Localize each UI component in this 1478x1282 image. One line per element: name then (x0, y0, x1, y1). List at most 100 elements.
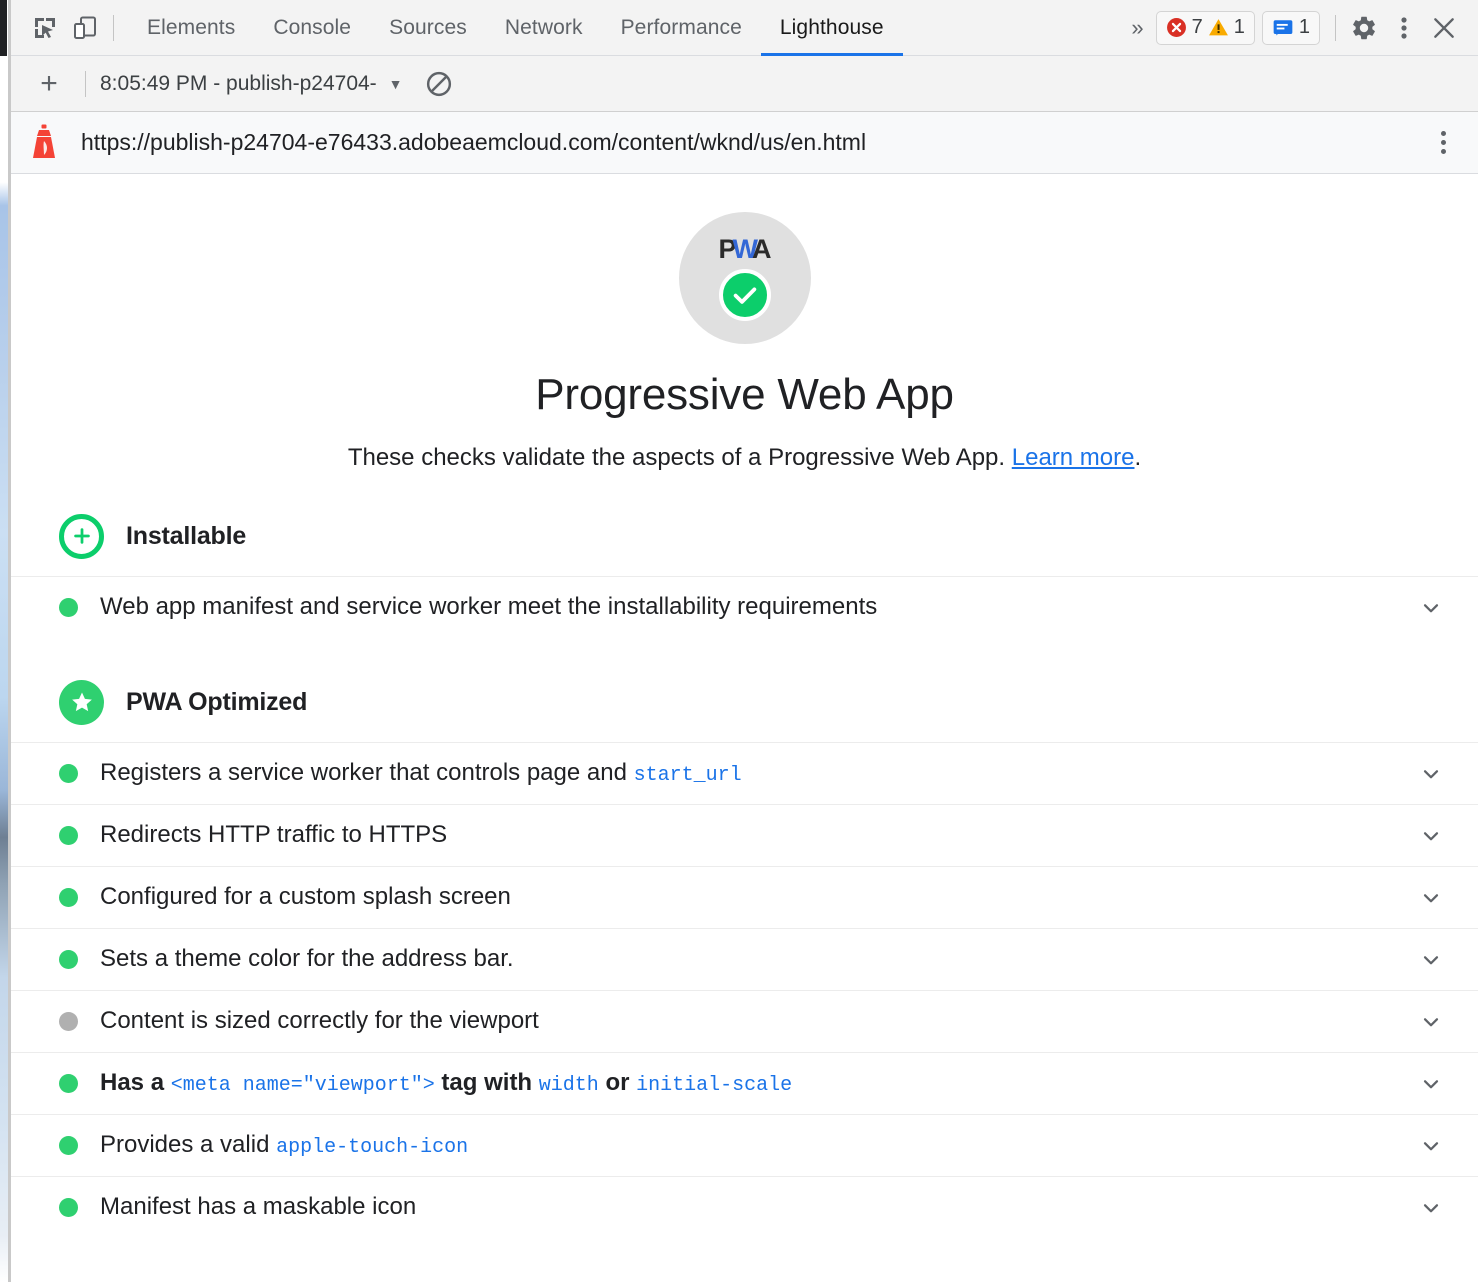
report-url: https://publish-p24704-e76433.adobeaemcl… (81, 129, 866, 156)
page-title: Progressive Web App (11, 370, 1478, 420)
pwa-logo-a: A (752, 236, 771, 263)
audit-text-part: Sets a theme color for the address bar. (100, 945, 514, 972)
close-icon[interactable] (1424, 8, 1464, 48)
error-icon (1166, 17, 1187, 38)
chevron-down-icon[interactable] (1402, 595, 1444, 621)
audit-row[interactable]: Web app manifest and service worker meet… (11, 576, 1478, 638)
learn-more-link[interactable]: Learn more (1012, 444, 1135, 471)
no-entry-icon (425, 70, 453, 98)
tab-sources[interactable]: Sources (370, 0, 486, 56)
audit-text-part: Redirects HTTP traffic to HTTPS (100, 821, 447, 848)
warning-icon (1208, 17, 1229, 38)
devtools-main-toolbar: Elements Console Sources Network Perform… (11, 0, 1478, 56)
report-url-bar: https://publish-p24704-e76433.adobeaemcl… (11, 112, 1478, 174)
audit-text-part: Provides a valid (100, 1131, 276, 1158)
audit-row[interactable]: Has a <meta name="viewport"> tag with wi… (11, 1052, 1478, 1114)
section-title: Installable (126, 522, 246, 551)
chevron-down-icon[interactable] (1402, 1009, 1444, 1035)
audit-row[interactable]: Manifest has a maskable icon (11, 1176, 1478, 1238)
toolbar-divider (113, 15, 114, 41)
more-tabs-icon[interactable]: » (1117, 15, 1155, 41)
chevron-down-icon[interactable] (1402, 1071, 1444, 1097)
report-options-menu-icon[interactable] (1427, 131, 1460, 154)
report-selector-value: 8:05:49 PM - publish-p24704- (100, 72, 377, 96)
message-icon (1272, 17, 1294, 39)
dot (1441, 149, 1446, 154)
audit-code-part: start_url (634, 764, 742, 787)
audit-title: Content is sized correctly for the viewp… (100, 1008, 1402, 1034)
audit-row[interactable]: Registers a service worker that controls… (11, 742, 1478, 804)
audit-code-part: width (539, 1074, 599, 1097)
error-count: 7 (1192, 16, 1203, 39)
tab-console[interactable]: Console (254, 0, 370, 56)
audit-code-part: <meta name="viewport"> (171, 1074, 435, 1097)
report-selector[interactable]: 8:05:49 PM - publish-p24704- ▼ (100, 72, 403, 96)
tab-performance[interactable]: Performance (602, 0, 761, 56)
kebab-menu-icon[interactable] (1384, 8, 1424, 48)
error-counter[interactable]: 7 (1166, 16, 1203, 39)
inspect-element-icon[interactable] (25, 8, 65, 48)
chevron-down-icon[interactable] (1402, 761, 1444, 787)
lighthouse-icon (29, 124, 59, 162)
warning-counter[interactable]: 1 (1208, 16, 1245, 39)
audit-row[interactable]: Configured for a custom splash screen (11, 866, 1478, 928)
section-title: PWA Optimized (126, 688, 307, 717)
toolbar-right-group: » 7 1 (1117, 8, 1478, 48)
audit-title: Web app manifest and service worker meet… (100, 594, 1402, 620)
chevron-down-icon[interactable] (1402, 885, 1444, 911)
audit-status-dot-not-applicable (59, 1012, 78, 1031)
audit-title: Manifest has a maskable icon (100, 1194, 1402, 1220)
section-header: Installable (11, 510, 1478, 562)
plus-icon (59, 514, 104, 559)
message-counter[interactable]: 1 (1262, 11, 1320, 45)
audit-text-part: Content is sized correctly for the viewp… (100, 1007, 539, 1034)
audit-title: Provides a valid apple-touch-icon (100, 1132, 1402, 1159)
message-count: 1 (1299, 16, 1310, 39)
report-description: These checks validate the aspects of a P… (11, 444, 1478, 472)
tab-lighthouse[interactable]: Lighthouse (761, 0, 903, 56)
audit-text-part: Registers a service worker that controls… (100, 759, 634, 786)
audit-title: Configured for a custom splash screen (100, 884, 1402, 910)
audit-code-part: apple-touch-icon (276, 1136, 468, 1159)
chevron-down-icon[interactable] (1402, 823, 1444, 849)
device-toolbar-icon[interactable] (65, 8, 105, 48)
pwa-score-gauge: PWA (679, 212, 811, 344)
new-report-button[interactable]: + (27, 67, 71, 101)
section-pwa-optimized: PWA Optimized Registers a service worker… (11, 676, 1478, 1238)
audit-text-part: Manifest has a maskable icon (100, 1193, 416, 1220)
tab-elements[interactable]: Elements (128, 0, 254, 56)
audit-row[interactable]: Sets a theme color for the address bar. (11, 928, 1478, 990)
underlying-page-sliver (0, 112, 8, 1282)
chevron-down-icon[interactable] (1402, 1133, 1444, 1159)
audit-status-dot-pass (59, 1074, 78, 1093)
chevron-down-icon[interactable] (1402, 1195, 1444, 1221)
audit-text-part: Has a (100, 1069, 171, 1096)
warning-count: 1 (1234, 16, 1245, 39)
clear-report-button[interactable] (425, 70, 453, 98)
gear-icon[interactable] (1344, 8, 1384, 48)
chevron-down-icon: ▼ (389, 76, 403, 92)
devtools-tab-strip: Elements Console Sources Network Perform… (128, 0, 903, 56)
audit-title: Registers a service worker that controls… (100, 760, 1402, 787)
devtools-window: Elements Console Sources Network Perform… (11, 0, 1478, 1282)
audit-title: Redirects HTTP traffic to HTTPS (100, 822, 1402, 848)
score-gauge-wrap: PWA (11, 212, 1478, 344)
tab-network[interactable]: Network (486, 0, 602, 56)
audit-text-part: Configured for a custom splash screen (100, 883, 511, 910)
section-installable: Installable Web app manifest and service… (11, 510, 1478, 638)
chevron-down-icon[interactable] (1402, 947, 1444, 973)
audit-status-dot-pass (59, 598, 78, 617)
audit-row[interactable]: Content is sized correctly for the viewp… (11, 990, 1478, 1052)
console-counters[interactable]: 7 1 (1156, 11, 1255, 45)
audit-text-part: tag with (435, 1069, 539, 1096)
audit-row[interactable]: Provides a valid apple-touch-icon (11, 1114, 1478, 1176)
audit-code-part: initial-scale (636, 1074, 792, 1097)
audit-list: Web app manifest and service worker meet… (11, 576, 1478, 638)
audit-status-dot-pass (59, 764, 78, 783)
dot (1441, 131, 1446, 136)
description-text: These checks validate the aspects of a P… (348, 444, 1012, 471)
audit-text-part: Web app manifest and service worker meet… (100, 593, 877, 620)
audit-title: Sets a theme color for the address bar. (100, 946, 1402, 972)
audit-row[interactable]: Redirects HTTP traffic to HTTPS (11, 804, 1478, 866)
audit-status-dot-pass (59, 1198, 78, 1217)
